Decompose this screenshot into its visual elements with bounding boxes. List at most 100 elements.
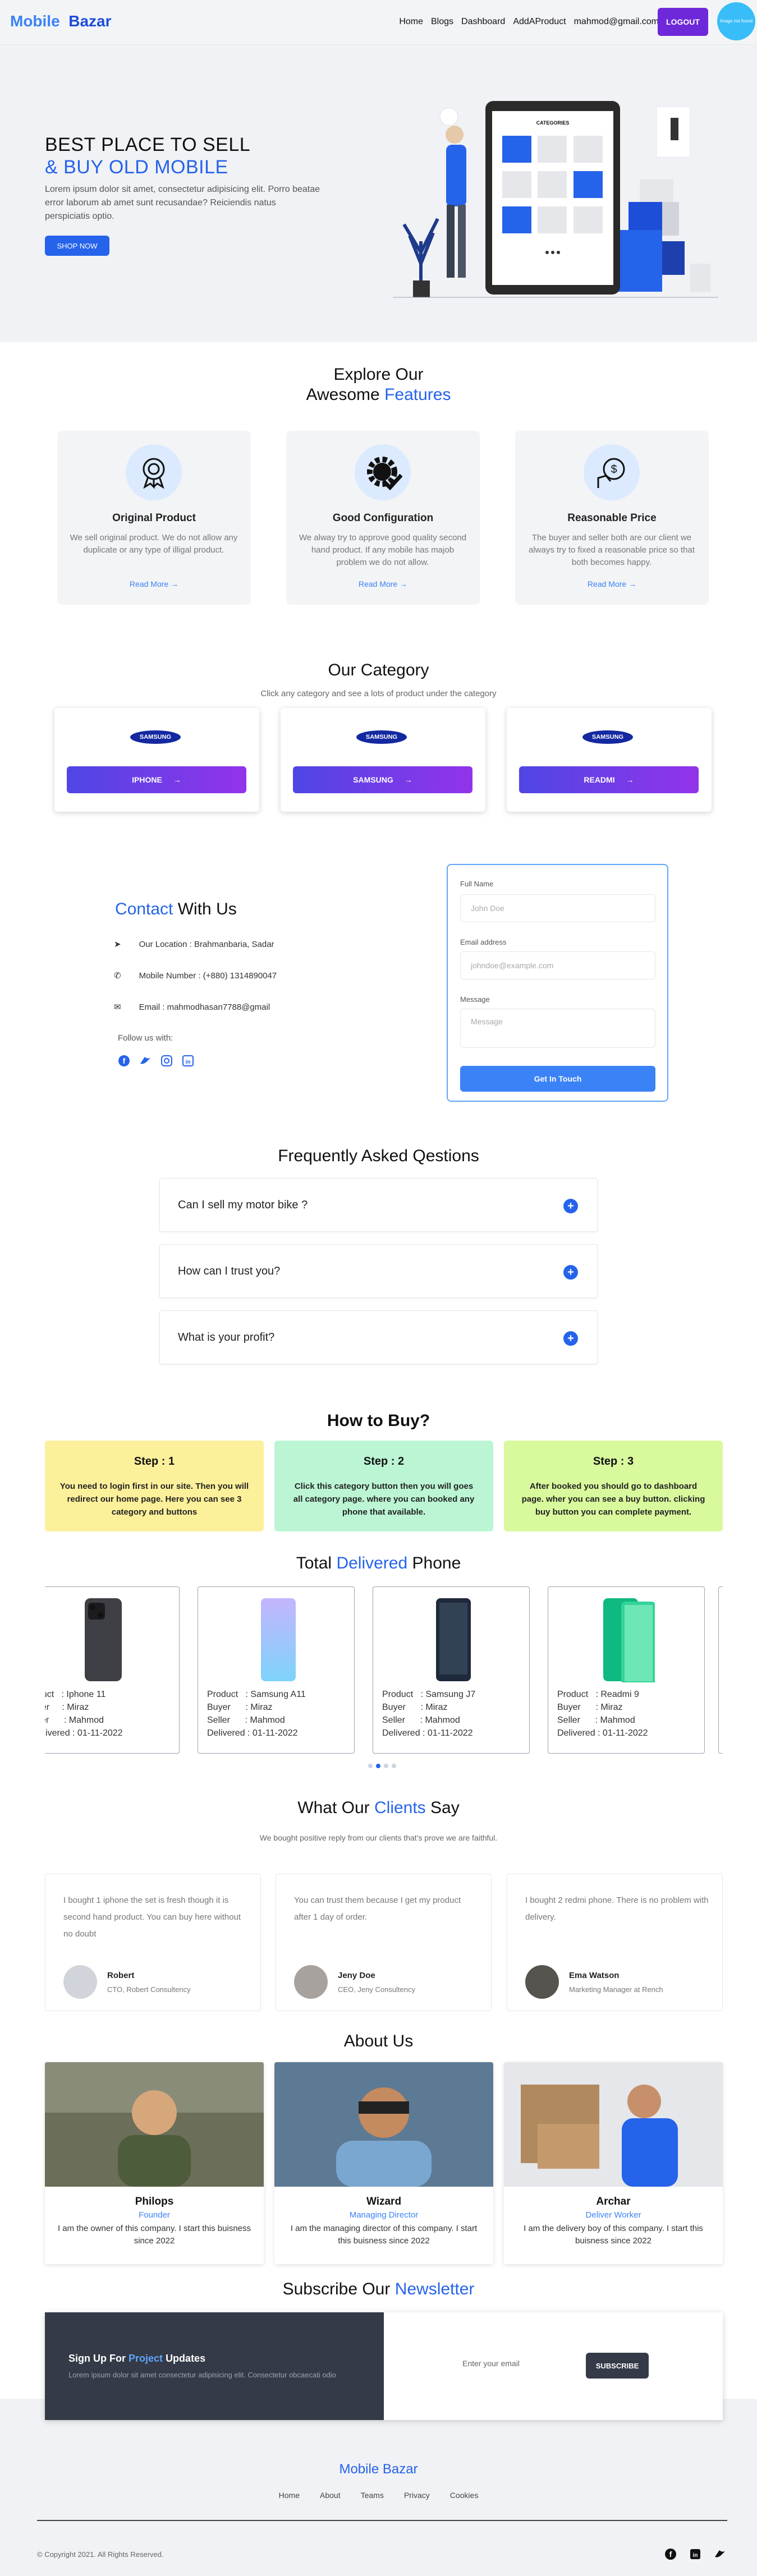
feature-card: $ Reasonable Price The buyer and seller … xyxy=(515,431,709,605)
team-description: I am the delivery boy of this company. I… xyxy=(524,2224,703,2246)
phone-screen-header: CATEGORIES xyxy=(536,120,570,126)
name-label: Full Name xyxy=(460,880,494,888)
subscribe-button[interactable]: SUBSCRIBE xyxy=(586,2353,649,2379)
read-more-link[interactable]: Read More → xyxy=(286,579,480,588)
testimonial-text: You can trust them because I get my prod… xyxy=(294,1896,461,1922)
team-name: Archar xyxy=(596,2196,631,2207)
feature-title: Good Configuration xyxy=(332,512,434,524)
footer-link-about[interactable]: About xyxy=(320,2491,341,2500)
name-input[interactable]: John Doe xyxy=(460,894,655,922)
email-input[interactable]: johndoe@example.com xyxy=(460,951,655,979)
samsung-logo: SAMSUNG xyxy=(130,730,181,744)
delivered-info: Product : Samsung J7 Buyer : Miraz Selle… xyxy=(382,1690,476,1738)
contact-socials: f in xyxy=(118,1055,194,1067)
email-label: Email address xyxy=(460,938,507,946)
site-logo[interactable]: Mobile Bazar xyxy=(10,12,112,30)
nav-link-add-product[interactable]: AddAProduct xyxy=(513,17,566,27)
carousel-dots xyxy=(368,1764,396,1768)
category-title: Our Category xyxy=(328,661,429,679)
arrow-right-icon: → xyxy=(404,775,412,784)
team-description: I am the managing director of this compa… xyxy=(290,2224,478,2246)
location-arrow-icon: ➤ xyxy=(114,940,121,949)
svg-text:f: f xyxy=(669,2550,672,2559)
testimonial-name: Ema Watson xyxy=(569,1971,620,1980)
newsletter-box-title: Sign Up For Project Updates xyxy=(68,2353,206,2364)
delivered-carousel[interactable]: oduct : Iphone 11 uyer : Miraz eller : M… xyxy=(45,1586,723,1755)
team-card: Philops Founder I am the owner of this c… xyxy=(45,2062,264,2264)
shop-now-button[interactable]: SHOP NOW xyxy=(45,236,109,256)
linkedin-icon[interactable]: in xyxy=(689,2548,701,2560)
delivered-card: Product : Samsung A11 Buyer : Miraz Sell… xyxy=(198,1586,355,1754)
logout-button[interactable]: LOGOUT xyxy=(658,8,708,36)
iphone-image xyxy=(85,1598,122,1681)
newsletter-dark-panel xyxy=(45,2312,384,2420)
carousel-dot-active[interactable] xyxy=(376,1764,380,1768)
category-button-samsung[interactable]: SAMSUNG → xyxy=(293,766,472,793)
linkedin-icon[interactable]: in xyxy=(182,1055,194,1067)
nav-link-dashboard[interactable]: Dashboard xyxy=(461,17,505,27)
carousel-dot[interactable] xyxy=(384,1764,388,1768)
team-name: Wizard xyxy=(366,2196,402,2207)
testimonial-text: I bought 2 redmi phone. There is no prob… xyxy=(525,1896,709,1922)
feature-title: Reasonable Price xyxy=(567,512,657,524)
award-icon xyxy=(126,444,182,500)
plus-icon[interactable]: + xyxy=(563,1199,578,1213)
faq-item[interactable]: What is your profit? + xyxy=(159,1310,598,1364)
carousel-dot[interactable] xyxy=(392,1764,396,1768)
twitter-icon[interactable] xyxy=(139,1055,152,1067)
team-role: Founder xyxy=(139,2210,170,2220)
testimonial-card: You can trust them because I get my prod… xyxy=(276,1874,492,2011)
faq-item[interactable]: Can I sell my motor bike ? + xyxy=(159,1178,598,1232)
read-more-link[interactable]: Read More → xyxy=(57,579,251,588)
avatar xyxy=(63,1965,97,1999)
footer-socials: f in xyxy=(664,2548,726,2560)
footer-link-privacy[interactable]: Privacy xyxy=(404,2491,430,2500)
arrow-right-icon: → xyxy=(626,775,634,784)
team-role: Deliver Worker xyxy=(585,2210,641,2220)
footer: Mobile Bazar Home About Teams Privacy Co… xyxy=(0,2399,757,2576)
svg-text:f: f xyxy=(123,1056,126,1065)
nav-link-blogs[interactable]: Blogs xyxy=(431,17,453,27)
delivered-info: Product : Readmi 9 Buyer : Miraz Seller … xyxy=(557,1690,648,1738)
features-title: Explore Our Awesome Features xyxy=(306,365,451,404)
footer-brand[interactable]: Mobile Bazar xyxy=(0,2462,757,2477)
carousel-dot[interactable] xyxy=(368,1764,373,1768)
facebook-icon[interactable]: f xyxy=(118,1055,130,1067)
nav-links: Home Blogs Dashboard AddAProduct mahmod@… xyxy=(399,17,659,27)
plus-icon[interactable]: + xyxy=(563,1265,578,1280)
category-button-iphone[interactable]: IPHONE → xyxy=(67,766,246,793)
plus-icon[interactable]: + xyxy=(563,1331,578,1346)
feature-title: Original Product xyxy=(112,512,196,524)
message-textarea[interactable]: Message xyxy=(460,1009,655,1048)
category-button-readmi[interactable]: READMI → xyxy=(519,766,699,793)
how-to-buy-title: How to Buy? xyxy=(327,1411,430,1430)
feature-description: The buyer and seller both are our client… xyxy=(529,533,695,567)
newsletter-email-input[interactable]: Enter your email xyxy=(452,2349,570,2377)
footer-links: Home About Teams Privacy Cookies xyxy=(0,2491,757,2500)
category-card: SAMSUNG SAMSUNG → xyxy=(281,708,485,812)
instagram-icon[interactable] xyxy=(160,1055,173,1067)
price-hand-icon: $ xyxy=(584,444,640,500)
faq-item[interactable]: How can I trust you? + xyxy=(159,1244,598,1298)
delivered-info: oduct : Iphone 11 uyer : Miraz eller : M… xyxy=(45,1690,123,1738)
samsung-j7-image xyxy=(436,1598,471,1681)
facebook-icon[interactable]: f xyxy=(664,2548,677,2560)
delivered-card: oduct : Iphone 11 uyer : Miraz eller : M… xyxy=(45,1586,180,1754)
delivered-info: Product : Samsung A11 Buyer : Miraz Sell… xyxy=(207,1690,306,1738)
footer-link-teams[interactable]: Teams xyxy=(361,2491,384,2500)
twitter-icon[interactable] xyxy=(714,2548,726,2560)
step-title: Step : 3 xyxy=(593,1455,634,1468)
user-avatar[interactable]: Image not found xyxy=(717,2,755,40)
footer-link-home[interactable]: Home xyxy=(279,2491,300,2500)
step-title: Step : 1 xyxy=(134,1455,175,1468)
read-more-link[interactable]: Read More → xyxy=(515,579,709,588)
nav-link-home[interactable]: Home xyxy=(399,17,423,27)
faq-question: What is your profit? xyxy=(178,1331,275,1344)
get-in-touch-button[interactable]: Get In Touch xyxy=(460,1066,655,1092)
testimonial-role: Marketing Manager at Rench xyxy=(569,1985,663,1994)
avatar xyxy=(525,1965,559,1999)
category-subtitle: Click any category and see a lots of pro… xyxy=(260,689,497,698)
footer-link-cookies[interactable]: Cookies xyxy=(450,2491,479,2500)
delivered-card: Product : Samsung J7 Buyer : Miraz Selle… xyxy=(373,1586,530,1754)
team-photo xyxy=(504,2062,723,2187)
